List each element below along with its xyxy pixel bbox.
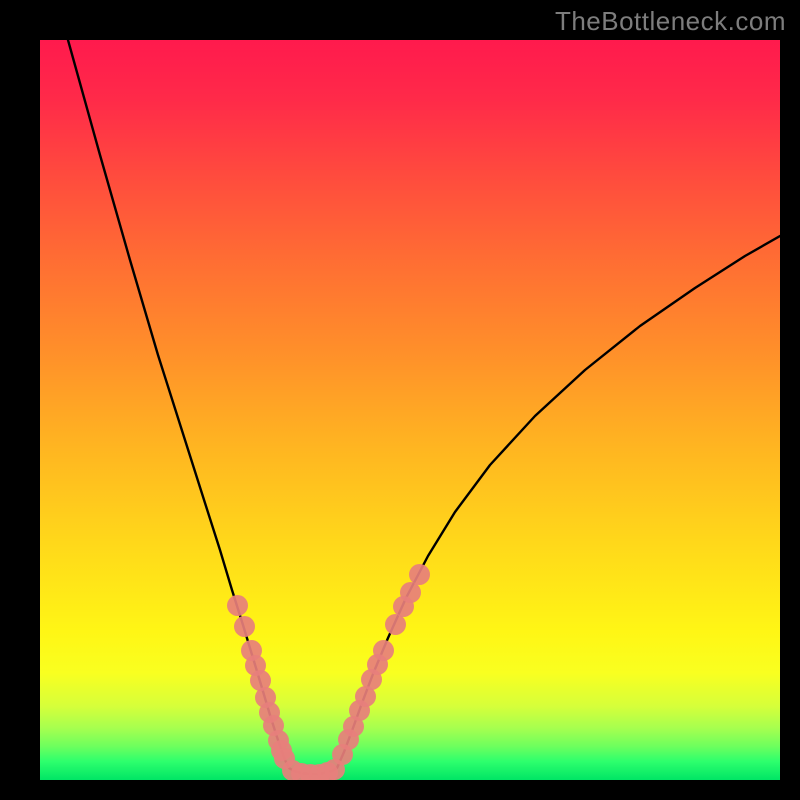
scatter-dot: [400, 582, 421, 603]
chart-frame: TheBottleneck.com: [0, 0, 800, 800]
scatter-dot: [373, 640, 394, 661]
scatter-dot: [227, 595, 248, 616]
scatter-dot: [385, 614, 406, 635]
scatter-dot: [234, 616, 255, 637]
watermark-text: TheBottleneck.com: [555, 6, 786, 37]
scatter-dot: [409, 564, 430, 585]
plot-area: [40, 40, 780, 780]
scatter-dots-layer: [40, 40, 780, 780]
